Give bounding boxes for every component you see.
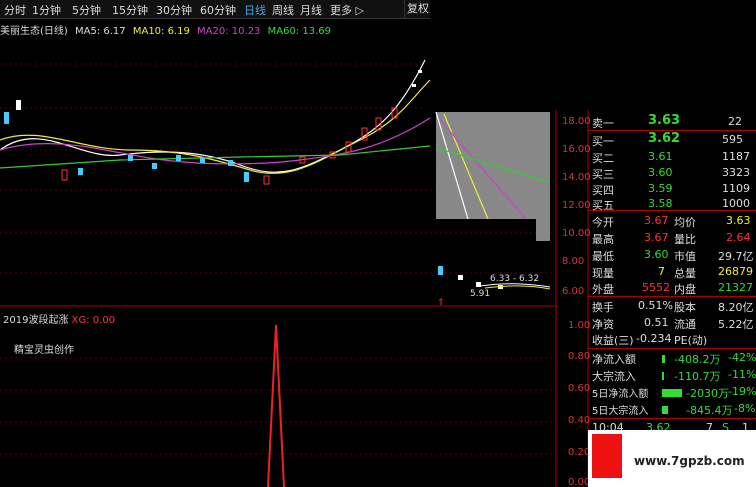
buy1-vol: 595 — [722, 133, 743, 146]
stat-label: 股本 — [674, 301, 696, 314]
buy5-vol: 1000 — [722, 197, 750, 210]
stat-label: PE(动) — [674, 334, 708, 347]
stat-label: 收益(三) — [592, 334, 634, 347]
axis-tick: 10.00 — [562, 228, 591, 239]
indicator-axis-tick: 1.00 — [568, 320, 590, 331]
indicator-note: 精宝灵虫创作 — [14, 345, 74, 356]
flow-pct: -19% — [728, 385, 756, 398]
stat-label: 今开 — [592, 216, 614, 229]
flow-label: 净流入额 — [592, 353, 636, 366]
watermark-logo — [592, 434, 622, 478]
stat-label: 最高 — [592, 233, 614, 246]
stat-value: 0.51 — [644, 316, 669, 329]
candlesticks — [4, 70, 503, 289]
buy1-label: 买一 — [592, 135, 614, 148]
flow-value: -2030万 — [686, 387, 729, 400]
stat-value: 7 — [658, 265, 665, 278]
ma10-line — [0, 79, 431, 174]
sell1-vol: 22 — [728, 115, 742, 128]
sell1-label: 卖一 — [592, 117, 614, 130]
stat-value: 3.60 — [644, 248, 669, 261]
stat-label: 流通 — [674, 318, 696, 331]
stat-value: 29.7亿 — [718, 250, 754, 263]
fund-flow: 净流入额 -408.2万 -42% 大宗流入 -110.7万 -11% 5日净流… — [588, 350, 756, 419]
axis-tick: 8.00 — [562, 256, 584, 267]
indicator-axis-tick: 0.80 — [568, 351, 590, 362]
stat-label: 内盘 — [674, 283, 696, 296]
buy2-vol: 1187 — [722, 150, 750, 163]
axis-tick: 6.00 — [562, 286, 584, 297]
stat-label: 市值 — [674, 250, 696, 263]
stats-block-a: 今开 3.67 均价 3.63 最高 3.67 量比 2.64 最低 3.60 … — [588, 212, 756, 297]
stat-value: 3.67 — [644, 231, 669, 244]
stat-value: 26879 — [718, 265, 753, 278]
ma10-line-tail — [484, 285, 551, 290]
indicator-xg: XG: 0.00 — [71, 315, 116, 326]
stat-value: 3.63 — [726, 214, 751, 227]
buy2-price: 3.61 — [648, 150, 673, 163]
marker-icon: ⇑ — [437, 298, 445, 308]
stat-value: 2.64 — [726, 231, 751, 244]
buy3-label: 买三 — [592, 168, 614, 181]
sell1-price: 3.63 — [648, 113, 681, 128]
indicator-axis-tick: 0.40 — [568, 415, 590, 426]
axis-tick: 12.00 — [562, 200, 591, 211]
buy5-price: 3.58 — [648, 197, 673, 210]
axis-tick: 16.00 — [562, 144, 591, 155]
stat-value: 3.67 — [644, 214, 669, 227]
watermark-text: www.7gpzb.com — [634, 454, 745, 468]
stat-value: 0.51% — [638, 299, 673, 312]
flow-pct: -8% — [734, 402, 756, 415]
flow-value: -408.2万 — [674, 353, 721, 366]
indicator-header: 2019波段起涨 XG: 0.00 — [3, 311, 115, 326]
stat-value: 5.22亿 — [718, 318, 754, 331]
flow-value: -845.4万 — [686, 404, 733, 417]
stat-value: 8.20亿 — [718, 301, 754, 314]
buy3-price: 3.60 — [648, 166, 673, 179]
high-label: 6.33 - 6.32 — [490, 274, 539, 284]
stat-label: 均价 — [674, 216, 696, 229]
axis-tick: 18.00 — [562, 116, 591, 127]
flow-value: -110.7万 — [674, 370, 721, 383]
indicator-title: 2019波段起涨 — [3, 315, 69, 326]
stat-label: 净资 — [592, 318, 614, 331]
stat-value: -0.234 — [636, 332, 672, 345]
flow-label: 大宗流入 — [592, 370, 636, 383]
flow-pct: -42% — [728, 351, 756, 364]
stat-value: 21327 — [718, 281, 753, 294]
sell-row: 卖一 3.63 22 — [588, 112, 756, 131]
buy1-price: 3.62 — [648, 131, 681, 146]
ma5-line — [0, 59, 426, 173]
indicator-axis-tick: 0.00 — [568, 477, 590, 487]
stat-label: 外盘 — [592, 283, 614, 296]
site-watermark: www.7gpzb.com — [588, 430, 756, 487]
stat-label: 现量 — [592, 267, 614, 280]
stat-label: 总量 — [674, 267, 696, 280]
stat-label: 量比 — [674, 233, 696, 246]
stat-label: 换手 — [592, 301, 614, 314]
indicator-axis-tick: 0.20 — [568, 447, 590, 458]
flow-label: 5日净流入额 — [592, 389, 649, 400]
buy-rows: 买一 3.62 595 买二 3.61 1187 买三 3.60 3323 买四… — [588, 130, 756, 212]
buy4-vol: 1109 — [722, 182, 750, 195]
buy4-price: 3.59 — [648, 182, 673, 195]
stat-value: 5552 — [642, 281, 670, 294]
signal-spike — [267, 324, 285, 487]
low-label: 5.91 — [470, 289, 490, 299]
buy2-label: 买二 — [592, 152, 614, 165]
axis-tick: 14.00 — [562, 172, 591, 183]
buy5-label: 买五 — [592, 199, 614, 212]
gray-overlay-tail — [536, 219, 550, 241]
flow-pct: -11% — [728, 368, 756, 381]
flow-label: 5日大宗流入 — [592, 406, 649, 417]
stats-block-b: 换手 0.51% 股本 8.20亿 净资 0.51 流通 5.22亿 收益(三)… — [588, 298, 756, 349]
stat-label: 最低 — [592, 250, 614, 263]
indicator-axis-tick: 0.60 — [568, 383, 590, 394]
buy3-vol: 3323 — [722, 166, 750, 179]
